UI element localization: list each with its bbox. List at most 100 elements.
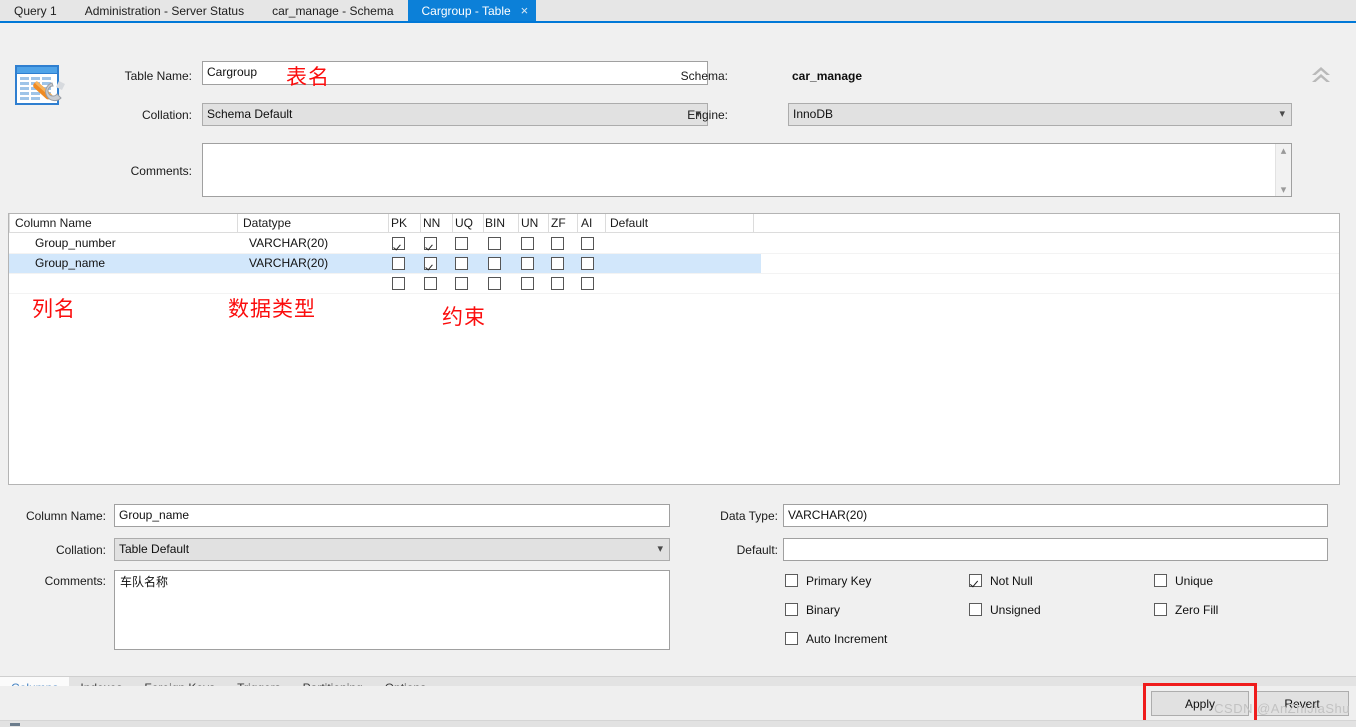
prop-collation-label: Collation: [55,543,106,557]
header-nn[interactable]: NN [423,216,440,230]
row-ai-checkbox[interactable] [581,277,594,290]
comments-scrollbar[interactable]: ▴ ▾ [1275,144,1291,196]
scroll-down-icon[interactable]: ▾ [1281,183,1287,196]
tab-cargroup-table[interactable]: Cargroup - Table × [407,0,537,21]
zero-fill-checkbox[interactable] [1154,603,1167,616]
row-ai-checkbox[interactable] [581,257,594,270]
tab-label: Query 1 [14,3,57,18]
annotation-column-name: 列名 [32,297,76,321]
row-datatype[interactable]: VARCHAR(20) [249,256,328,270]
row-pk-checkbox[interactable] [392,277,405,290]
row-uq-checkbox[interactable] [455,237,468,250]
table-row[interactable] [9,274,1339,294]
annotation-table-name: 表名 [286,65,330,89]
tab-query-1[interactable]: Query 1 [0,0,71,21]
row-nn-checkbox[interactable] [424,277,437,290]
engine-select[interactable]: InnoDB ▾ [788,103,1292,126]
primary-key-label[interactable]: Primary Key [806,574,871,588]
header-un[interactable]: UN [521,216,538,230]
row-bin-checkbox[interactable] [488,277,501,290]
row-nn-checkbox[interactable] [424,257,437,270]
auto-increment-checkbox[interactable] [785,632,798,645]
row-ai-checkbox[interactable] [581,237,594,250]
row-datatype[interactable]: VARCHAR(20) [249,236,328,250]
unique-label[interactable]: Unique [1175,574,1213,588]
tab-administration-server-status[interactable]: Administration - Server Status [71,0,258,21]
not-null-label[interactable]: Not Null [990,574,1033,588]
engine-value: InnoDB [793,107,834,121]
row-column-name[interactable]: Group_name [35,256,105,270]
tab-label: Administration - Server Status [84,3,245,18]
status-indicator [10,723,20,726]
action-bar: Apply Revert CSDN @AnZhiJiaShu [0,683,1356,725]
primary-key-checkbox[interactable] [785,574,798,587]
prop-data-type-label: Data Type: [720,509,778,523]
table-comments-textarea[interactable]: ▴ ▾ [202,143,1292,197]
unsigned-checkbox[interactable] [969,603,982,616]
header-default[interactable]: Default [610,216,648,230]
table-row[interactable]: Group_name VARCHAR(20) [9,254,1339,274]
double-chevron-up-icon[interactable] [1308,61,1334,87]
schema-label: Schema: [680,69,728,83]
header-pk[interactable]: PK [391,216,407,230]
row-un-checkbox[interactable] [521,277,534,290]
binary-checkbox[interactable] [785,603,798,616]
prop-comments-textarea[interactable]: 车队名称 [114,570,670,650]
prop-collation-select[interactable]: Table Default ▾ [114,538,670,561]
row-selection-highlight [9,254,761,274]
prop-default-label: Default: [736,543,778,557]
row-un-checkbox[interactable] [521,257,534,270]
row-pk-checkbox[interactable] [392,257,405,270]
row-column-name[interactable]: Group_number [35,236,116,250]
prop-collation-value: Table Default [119,542,190,556]
header-uq[interactable]: UQ [455,216,473,230]
row-uq-checkbox[interactable] [455,257,468,270]
prop-comments-label: Comments: [44,574,106,588]
table-row[interactable]: Group_number VARCHAR(20) [9,234,1339,254]
collation-label: Collation: [141,108,192,122]
row-pk-checkbox[interactable] [392,237,405,250]
unique-checkbox[interactable] [1154,574,1167,587]
tab-car-manage-schema[interactable]: car_manage - Schema [258,0,407,21]
header-ai[interactable]: AI [581,216,592,230]
prop-column-name-input[interactable]: Group_name [114,504,670,527]
row-zf-checkbox[interactable] [551,257,564,270]
unsigned-label[interactable]: Unsigned [990,603,1041,617]
annotation-datatype: 数据类型 [228,297,316,321]
scroll-up-icon[interactable]: ▴ [1281,144,1287,157]
header-column-name[interactable]: Column Name [15,216,92,230]
not-null-checkbox[interactable] [969,574,982,587]
zero-fill-label[interactable]: Zero Fill [1175,603,1218,617]
row-un-checkbox[interactable] [521,237,534,250]
columns-grid[interactable]: Column Name Datatype PK NN UQ BIN UN ZF … [8,213,1340,485]
row-bin-checkbox[interactable] [488,257,501,270]
prop-default-input[interactable] [783,538,1328,561]
columns-grid-header: Column Name Datatype PK NN UQ BIN UN ZF … [9,214,1339,233]
prop-comments-value: 车队名称 [120,575,169,589]
header-datatype[interactable]: Datatype [243,216,291,230]
header-zf[interactable]: ZF [551,216,566,230]
table-name-input[interactable]: Cargroup [202,61,708,85]
header-bin[interactable]: BIN [485,216,505,230]
row-zf-checkbox[interactable] [551,277,564,290]
status-bar [0,720,1356,727]
auto-increment-label[interactable]: Auto Increment [806,632,887,646]
editor-tab-strip: Query 1 Administration - Server Status c… [0,0,1356,23]
table-name-label: Table Name: [124,69,192,83]
collation-value: Schema Default [207,107,293,121]
binary-label[interactable]: Binary [806,603,840,617]
row-bin-checkbox[interactable] [488,237,501,250]
annotation-constraints: 约束 [442,305,486,329]
table-comments-label: Comments: [130,164,192,178]
chevron-down-icon: ▾ [1279,107,1285,120]
prop-data-type-input[interactable]: VARCHAR(20) [783,504,1328,527]
collation-select[interactable]: Schema Default ▾ [202,103,708,126]
tab-label: Cargroup - Table [421,3,511,18]
table-comments-value [203,144,1274,196]
prop-column-name-label: Column Name: [25,509,106,523]
row-uq-checkbox[interactable] [455,277,468,290]
row-nn-checkbox[interactable] [424,237,437,250]
close-icon[interactable]: × [521,4,529,17]
tab-label: car_manage - Schema [272,3,394,18]
row-zf-checkbox[interactable] [551,237,564,250]
